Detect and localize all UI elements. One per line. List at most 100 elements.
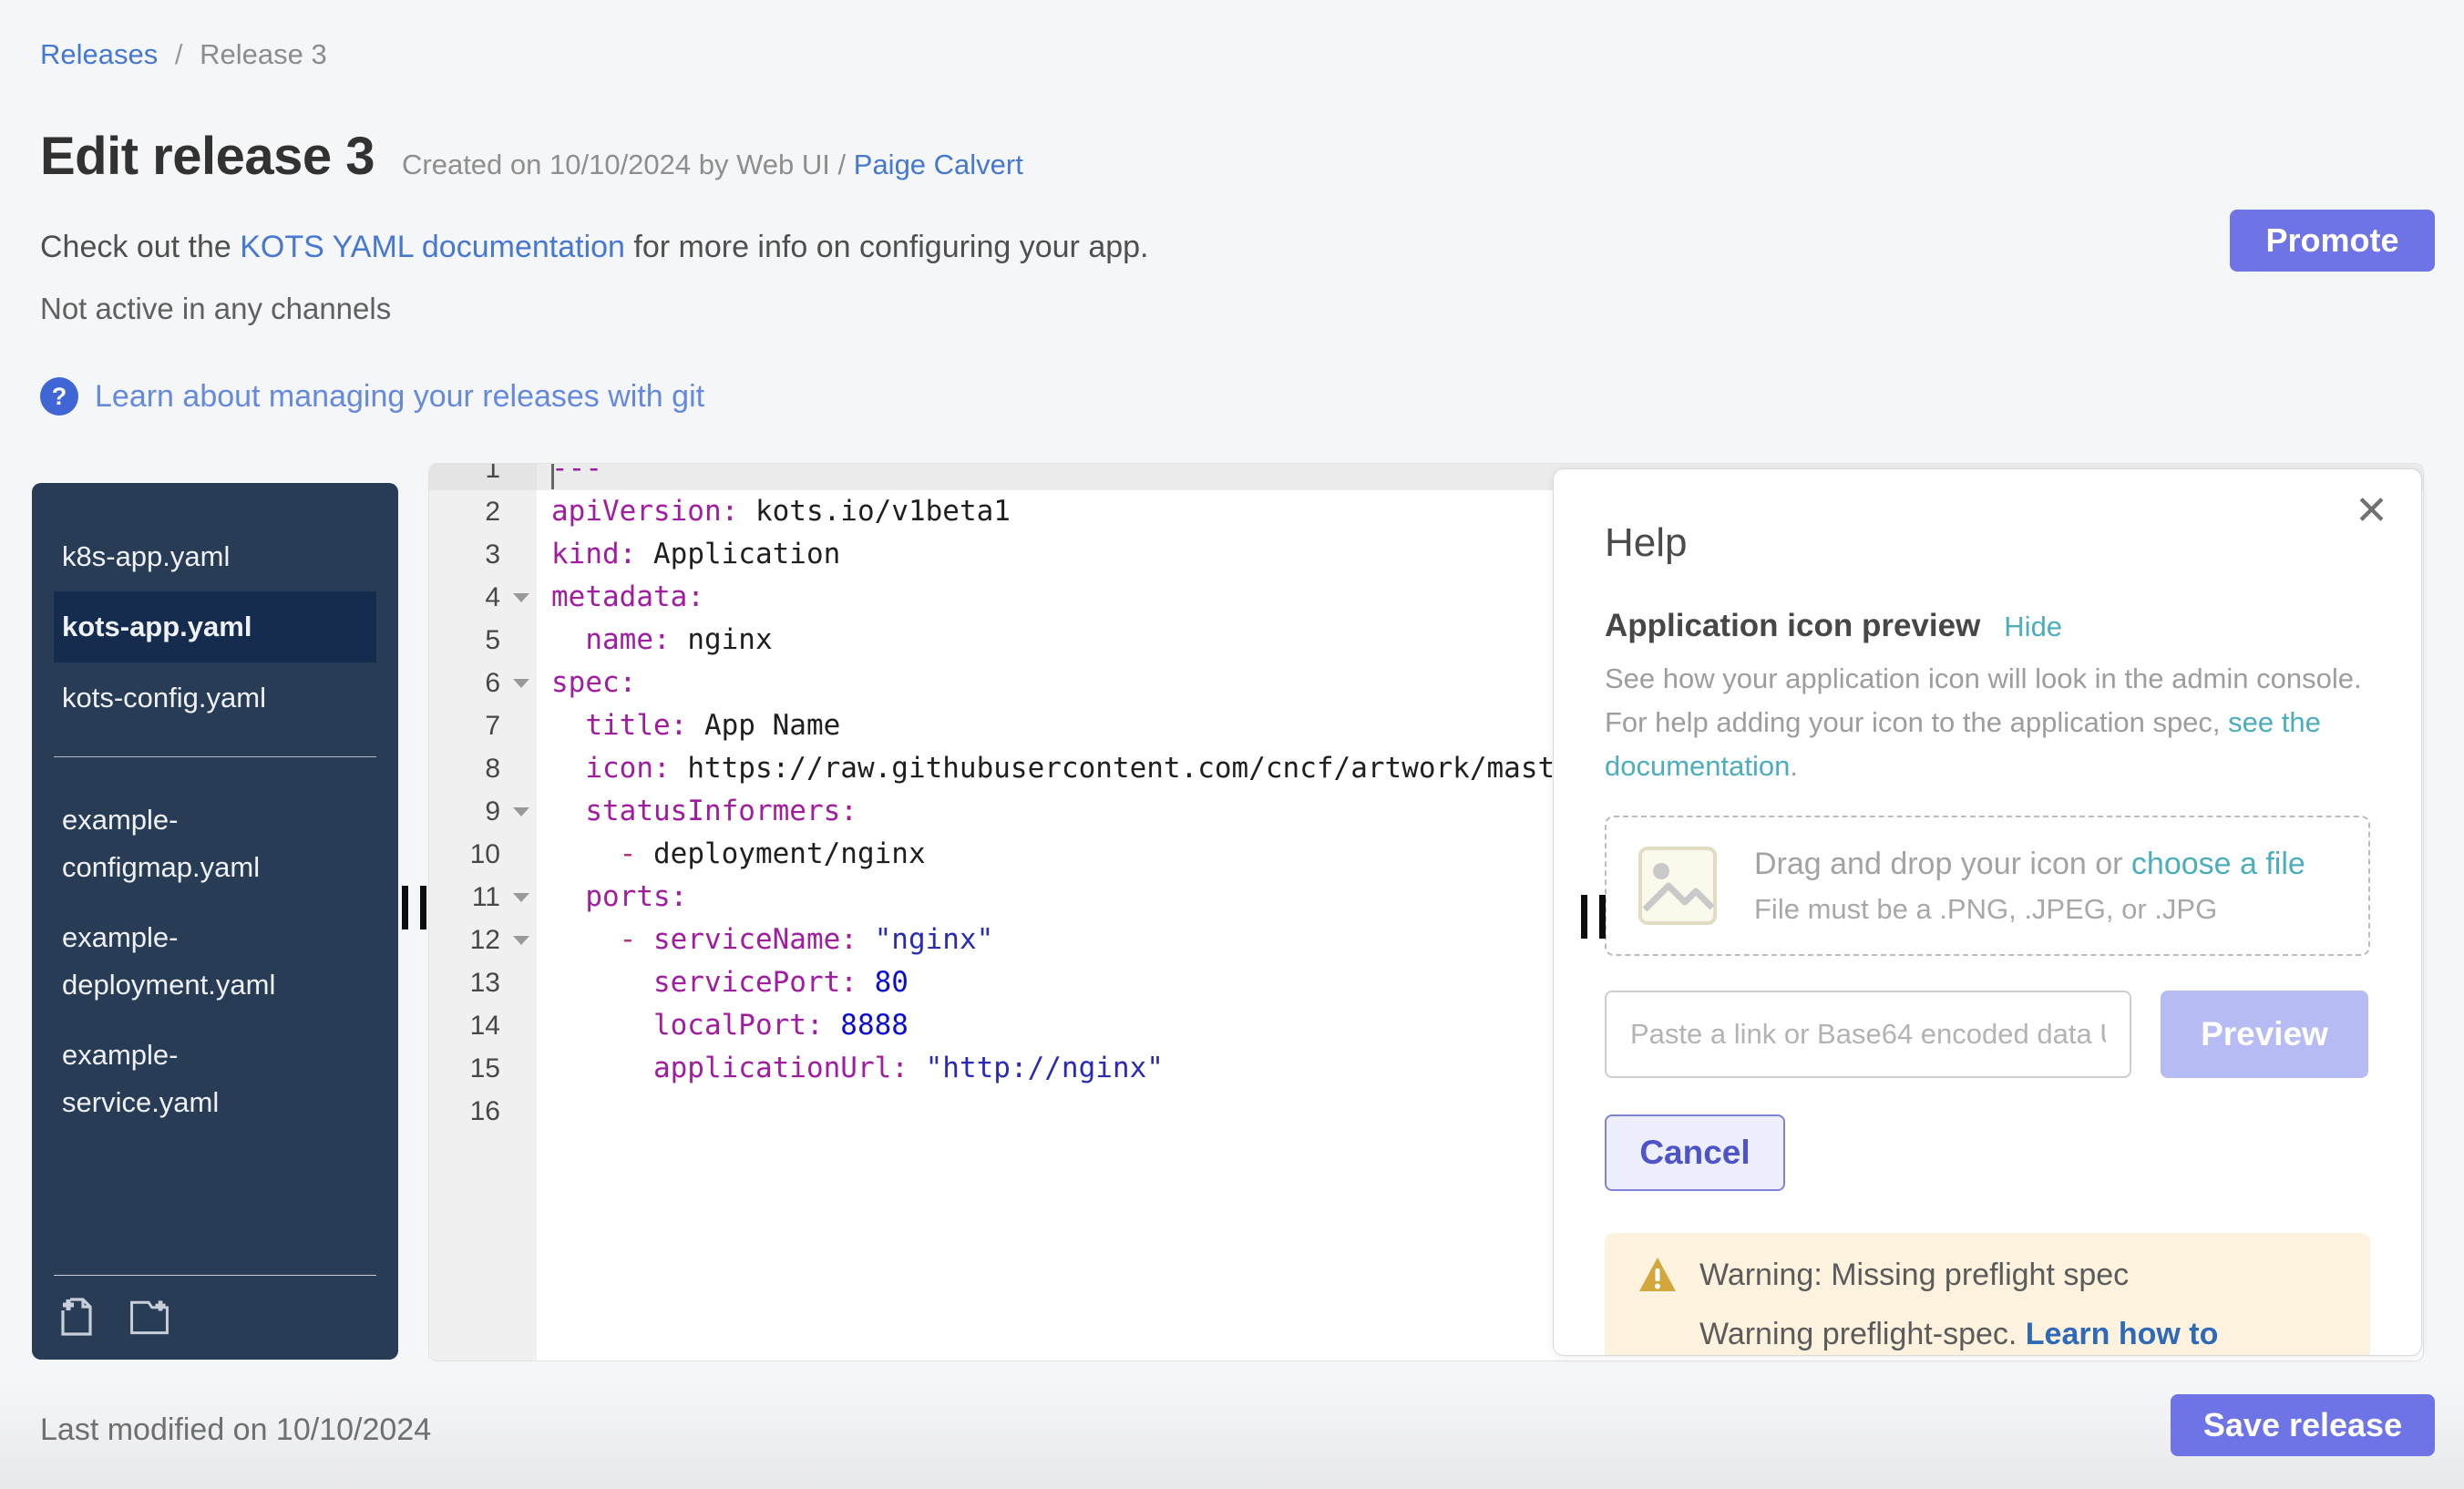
- channel-status: Not active in any channels: [40, 292, 391, 326]
- yaml-token-dash: -: [620, 923, 637, 956]
- description-period: .: [1790, 750, 1798, 782]
- fold-arrow-icon[interactable]: [513, 936, 529, 945]
- yaml-token-key: icon:: [585, 752, 670, 785]
- line-number-5: 5: [429, 619, 537, 662]
- breadcrumb: Releases / Release 3: [40, 38, 327, 71]
- yaml-token-key: name:: [585, 623, 670, 656]
- text-cursor: [551, 463, 554, 489]
- yaml-token-key: metadata:: [551, 580, 704, 613]
- line-number-14: 14: [429, 1004, 537, 1047]
- icon-url-row: Preview: [1605, 991, 2370, 1078]
- yaml-token-key: kind:: [551, 538, 636, 570]
- save-release-button[interactable]: Save release: [2171, 1394, 2435, 1456]
- warning-triangle-icon: [1638, 1255, 1678, 1295]
- yaml-token-key: apiVersion:: [551, 495, 738, 528]
- breadcrumb-separator: /: [175, 38, 183, 70]
- fold-arrow-icon[interactable]: [513, 807, 529, 816]
- line-number-11: 11: [429, 876, 537, 919]
- resize-bar: [1581, 895, 1587, 939]
- yaml-token-key: spec:: [551, 666, 636, 699]
- preflight-warning-box: Warning: Missing preflight spec Warning …: [1605, 1233, 2370, 1356]
- question-mark-icon: ?: [40, 377, 78, 416]
- file-item-k8s-app.yaml[interactable]: k8s-app.yaml: [54, 521, 342, 591]
- resize-bar: [1599, 895, 1606, 939]
- add-file-icon[interactable]: [54, 1294, 99, 1340]
- resize-bar: [420, 886, 426, 929]
- editor-gutter: 12345678910111213141516: [429, 464, 537, 1361]
- image-placeholder-icon: [1638, 846, 1718, 926]
- resize-bar: [402, 886, 408, 929]
- created-author-link[interactable]: Paige Calvert: [854, 149, 1023, 180]
- yaml-token-plain: [551, 795, 585, 827]
- yaml-token-plain: nginx: [671, 623, 773, 656]
- created-line: Created on 10/10/2024 by Web UI / Paige …: [402, 149, 1023, 181]
- preview-button[interactable]: Preview: [2161, 991, 2368, 1078]
- breadcrumb-current: Release 3: [200, 38, 327, 70]
- title-row: Edit release 3 Created on 10/10/2024 by …: [40, 126, 1023, 187]
- yaml-token-key: servicePort:: [653, 966, 857, 999]
- dropzone-file-types: File must be a .PNG, .JPEG, or .JPG: [1754, 893, 2305, 926]
- file-item-kots-app.yaml[interactable]: kots-app.yaml: [54, 591, 376, 662]
- yaml-token-plain: [551, 923, 620, 956]
- yaml-token-plain: [551, 837, 620, 870]
- yaml-token-key: statusInformers:: [585, 795, 857, 827]
- help-panel: ✕ Help Application icon preview Hide See…: [1553, 468, 2422, 1356]
- icon-preview-section-header: Application icon preview Hide: [1605, 608, 2370, 644]
- yaml-token-num: 80: [857, 966, 909, 999]
- file-tree-sidebar: k8s-app.yamlkots-app.yamlkots-config.yam…: [32, 483, 398, 1360]
- git-help-row[interactable]: ? Learn about managing your releases wit…: [40, 377, 704, 416]
- help-panel-title: Help: [1605, 520, 2370, 566]
- yaml-token-plain: [551, 709, 585, 742]
- line-number-1: 1: [429, 463, 537, 490]
- promote-button[interactable]: Promote: [2230, 210, 2435, 272]
- file-item-example-deployment.yaml[interactable]: example-deployment.yaml: [54, 902, 342, 1020]
- doc-line-prefix: Check out the: [40, 230, 240, 264]
- warning-detail-text: Warning preflight-spec.: [1699, 1317, 2026, 1351]
- help-panel-resize-handle[interactable]: [1581, 895, 1606, 939]
- warning-text: Warning: Missing preflight spec: [1699, 1258, 2129, 1293]
- fold-arrow-icon[interactable]: [513, 893, 529, 902]
- file-groups: k8s-app.yamlkots-app.yamlkots-config.yam…: [32, 483, 398, 1137]
- dropzone-text: Drag and drop your icon or choose a file…: [1754, 847, 2305, 926]
- line-number-16: 16: [429, 1090, 537, 1133]
- add-folder-icon[interactable]: [127, 1294, 172, 1340]
- close-icon[interactable]: ✕: [2355, 491, 2388, 531]
- last-modified-text: Last modified on 10/10/2024: [40, 1412, 431, 1448]
- icon-url-input[interactable]: [1605, 991, 2131, 1078]
- sidebar-resize-handle[interactable]: [402, 886, 426, 929]
- file-list-divider: [54, 756, 376, 757]
- created-text: Created on 10/10/2024 by Web UI /: [402, 149, 846, 180]
- yaml-token-plain: kots.io/v1beta1: [738, 495, 1011, 528]
- kots-yaml-doc-link[interactable]: KOTS YAML documentation: [240, 230, 625, 264]
- doc-line: Check out the KOTS YAML documentation fo…: [40, 230, 1149, 265]
- file-item-example-configmap.yaml[interactable]: example-configmap.yaml: [54, 785, 342, 902]
- yaml-token-key: title:: [585, 709, 687, 742]
- line-number-12: 12: [429, 919, 537, 961]
- line-number-15: 15: [429, 1047, 537, 1090]
- file-item-example-service.yaml[interactable]: example-service.yaml: [54, 1020, 342, 1137]
- fold-arrow-icon[interactable]: [513, 593, 529, 602]
- line-number-13: 13: [429, 961, 537, 1004]
- line-number-10: 10: [429, 833, 537, 876]
- yaml-token-plain: [551, 623, 585, 656]
- icon-dropzone[interactable]: Drag and drop your icon or choose a file…: [1605, 816, 2370, 956]
- line-number-9: 9: [429, 790, 537, 833]
- yaml-token-plain: [551, 880, 585, 913]
- yaml-token-key: ---: [551, 463, 602, 485]
- choose-file-link[interactable]: choose a file: [2131, 847, 2305, 881]
- line-number-2: 2: [429, 490, 537, 533]
- file-item-kots-config.yaml[interactable]: kots-config.yaml: [54, 662, 342, 733]
- yaml-token-key: ports:: [585, 880, 687, 913]
- file-list: example-configmap.yamlexample-deployment…: [54, 785, 376, 1137]
- yaml-token-key: applicationUrl:: [653, 1052, 909, 1084]
- breadcrumb-releases-link[interactable]: Releases: [40, 38, 158, 70]
- fold-arrow-icon[interactable]: [513, 679, 529, 688]
- yaml-token-plain: deployment/nginx: [636, 837, 925, 870]
- line-number-6: 6: [429, 662, 537, 704]
- yaml-token-str: "http://nginx": [909, 1052, 1164, 1084]
- hide-link[interactable]: Hide: [2004, 611, 2062, 643]
- cancel-button[interactable]: Cancel: [1605, 1114, 1785, 1191]
- yaml-token-dash: -: [620, 837, 637, 870]
- yaml-token-str: "nginx": [857, 923, 993, 956]
- git-help-link[interactable]: Learn about managing your releases with …: [95, 379, 704, 415]
